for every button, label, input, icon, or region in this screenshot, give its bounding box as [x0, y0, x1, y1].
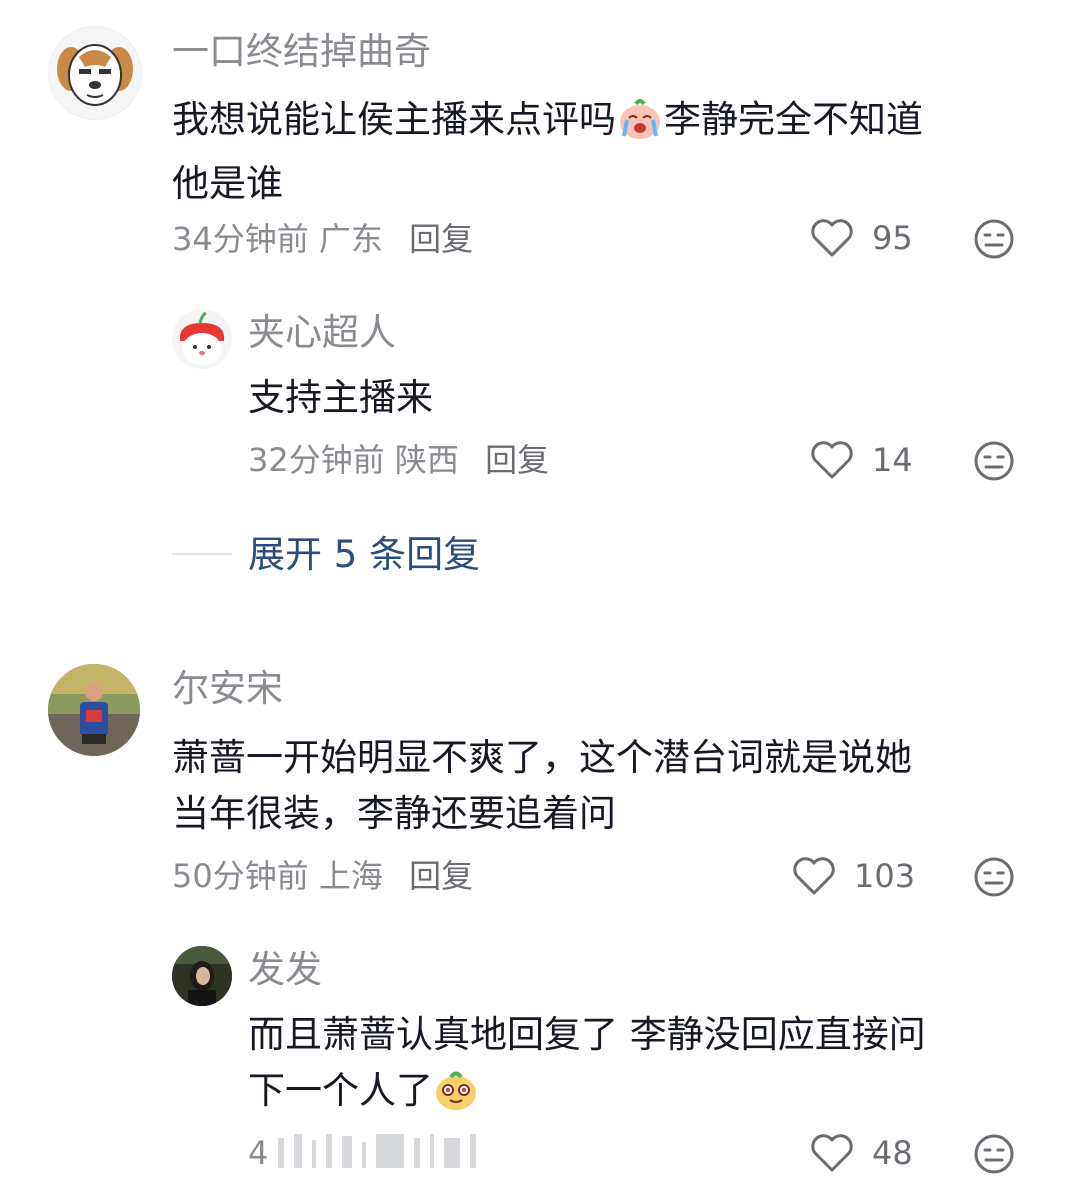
region: 广东 — [318, 220, 383, 258]
region: 上海 — [318, 857, 383, 895]
divider — [172, 553, 232, 555]
timestamp: 34分钟前 — [172, 220, 309, 258]
reply-text-part: 下一个人了 — [248, 1069, 433, 1112]
heart-outline-icon — [811, 1134, 853, 1172]
apple-avatar-icon — [172, 309, 232, 369]
dog-avatar-icon — [49, 27, 141, 119]
comment-meta: 50分钟前 上海 回复 — [172, 860, 473, 892]
dislike-button[interactable] — [973, 440, 1015, 486]
dislike-button[interactable] — [973, 856, 1015, 902]
comment-meta: 32分钟前 陕西 回复 — [248, 444, 549, 476]
meh-face-icon — [974, 441, 1014, 481]
comment-text-part: 李静完全不知道 — [664, 98, 923, 141]
comment-meta: 4 — [248, 1137, 268, 1169]
like-count: 103 — [854, 857, 916, 895]
comment-text-part: 他是谁 — [172, 162, 283, 205]
sly-face-emoji — [433, 1069, 479, 1127]
like-count: 95 — [872, 219, 913, 257]
heart-outline-icon — [811, 441, 853, 479]
person-photo-avatar-icon — [48, 664, 140, 756]
avatar[interactable] — [172, 309, 232, 369]
meh-face-icon — [974, 219, 1014, 259]
like-button[interactable]: 103 — [792, 856, 915, 896]
comment-text-part: 当年很装，李静还要追着问 — [172, 792, 616, 835]
avatar[interactable] — [48, 664, 140, 756]
dislike-button[interactable] — [973, 1133, 1015, 1179]
dislike-button[interactable] — [973, 218, 1015, 264]
timestamp: 50分钟前 — [172, 857, 309, 895]
comment-text: 我想说能让侯主播来点评吗 李静完全不知道 他是谁 — [172, 92, 1032, 212]
comment-meta: 34分钟前 广东 回复 — [172, 223, 473, 255]
person-photo-avatar-icon — [172, 946, 232, 1006]
avatar[interactable] — [172, 946, 232, 1006]
username[interactable]: 发发 — [248, 951, 322, 988]
loading-placeholder — [278, 1132, 476, 1168]
region: 陕西 — [394, 441, 459, 479]
like-button[interactable]: 48 — [810, 1133, 913, 1173]
like-count: 48 — [872, 1134, 913, 1172]
like-button[interactable]: 14 — [810, 440, 913, 480]
reply-text: 支持主播来 — [248, 376, 433, 419]
like-button[interactable]: 95 — [810, 218, 913, 258]
reply-text: 而且萧蔷认真地回复了 李静没回应直接问 下一个人了 — [248, 1007, 1048, 1127]
avatar[interactable] — [48, 26, 142, 120]
username[interactable]: 一口终结掉曲奇 — [172, 33, 431, 70]
reply-button[interactable]: 回复 — [485, 441, 549, 479]
crying-peach-emoji — [616, 96, 664, 156]
timestamp: 32分钟前 — [248, 441, 385, 479]
meh-face-icon — [974, 1134, 1014, 1174]
like-count: 14 — [872, 441, 913, 479]
reply-button[interactable]: 回复 — [409, 220, 473, 258]
expand-replies-link[interactable]: 展开 5 条回复 — [248, 536, 480, 573]
timestamp: 4 — [248, 1134, 269, 1172]
comment-text-part: 我想说能让侯主播来点评吗 — [172, 98, 616, 141]
reply-button[interactable]: 回复 — [409, 857, 473, 895]
meh-face-icon — [974, 857, 1014, 897]
comment-text-part: 萧蔷一开始明显不爽了，这个潜台词就是说她 — [172, 736, 912, 779]
heart-outline-icon — [811, 219, 853, 257]
username[interactable]: 夹心超人 — [248, 314, 396, 351]
heart-outline-icon — [793, 857, 835, 895]
username[interactable]: 尔安宋 — [172, 670, 283, 707]
comment-text: 萧蔷一开始明显不爽了，这个潜台词就是说她 当年很装，李静还要追着问 — [172, 730, 1032, 842]
reply-text-part: 而且萧蔷认真地回复了 李静没回应直接问 — [248, 1013, 926, 1056]
